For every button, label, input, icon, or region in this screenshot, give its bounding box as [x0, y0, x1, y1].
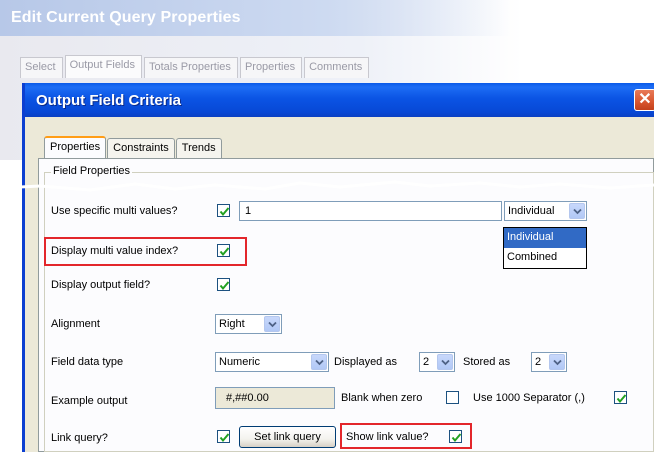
data-type-select[interactable]: Numeric [215, 352, 329, 372]
blank-when-zero-label: Blank when zero [341, 392, 423, 404]
check-icon [219, 281, 230, 291]
data-type-label: Field data type [51, 356, 124, 368]
back-tab-select[interactable]: Select [20, 57, 63, 78]
blank-when-zero-checkbox[interactable] [446, 391, 459, 404]
multi-values-mode-select[interactable]: Individual [504, 201, 587, 221]
multi-values-mode-dropdown: Individual Combined [503, 227, 587, 269]
back-tab-comments-label: Comments [309, 61, 363, 73]
check-icon [219, 247, 230, 257]
example-output-label: Example output [51, 395, 128, 407]
check-icon [219, 207, 230, 217]
multi-values-checkbox[interactable] [217, 204, 230, 217]
close-icon[interactable]: ✕ [634, 89, 654, 111]
stored-as-value: 2 [535, 356, 542, 368]
stored-as-select[interactable]: 2 [531, 352, 567, 372]
show-link-value-label: Show link value? [346, 431, 429, 443]
back-tab-properties[interactable]: Properties [239, 57, 303, 78]
multi-index-checkbox[interactable] [217, 244, 230, 257]
example-output-field: #,##0.00 [215, 387, 335, 409]
check-icon [451, 433, 462, 443]
show-link-value-checkbox[interactable] [449, 430, 462, 443]
back-tab-comments[interactable]: Comments [304, 57, 370, 78]
tab-trends[interactable]: Trends [175, 138, 222, 159]
stored-as-label: Stored as [463, 356, 511, 368]
back-window-tabs: Select Output Fields Totals Properties P… [20, 55, 371, 79]
set-link-query-button[interactable]: Set link query [239, 426, 336, 448]
link-query-checkbox[interactable] [217, 430, 230, 443]
dialog-titlebar: Output Field Criteria ✕ [25, 83, 654, 117]
data-type-value: Numeric [219, 356, 260, 368]
multi-values-input[interactable]: 1 [239, 201, 502, 221]
multi-index-label: Display multi value index? [51, 245, 179, 257]
separator-label: Use 1000 Separator (,) [473, 392, 585, 404]
check-icon [219, 433, 230, 443]
alignment-value: Right [219, 318, 245, 330]
displayed-as-label: Displayed as [334, 356, 397, 368]
back-window-titlebar: Edit Current Query Properties [0, 0, 654, 36]
tab-properties[interactable]: Properties [44, 136, 107, 160]
multi-values-mode-value: Individual [508, 205, 555, 217]
back-tab-totals-label: Totals Properties [149, 61, 231, 73]
chevron-down-icon[interactable] [569, 203, 585, 219]
example-output-value: #,##0.00 [226, 392, 269, 404]
separator-checkbox[interactable] [614, 391, 627, 404]
back-window-title: Edit Current Query Properties [11, 9, 241, 26]
dropdown-option-combined[interactable]: Combined [504, 248, 586, 268]
dialog-tabs: Properties Constraints Trends [44, 136, 223, 160]
check-icon [616, 394, 627, 404]
back-tab-select-label: Select [25, 61, 56, 73]
back-tab-totals-properties[interactable]: Totals Properties [144, 57, 238, 78]
link-query-label: Link query? [51, 432, 108, 444]
displayed-as-select[interactable]: 2 [419, 352, 455, 372]
back-tab-output-fields-label: Output Fields [69, 59, 135, 71]
output-field-checkbox[interactable] [217, 278, 230, 291]
chevron-down-icon[interactable] [549, 354, 565, 370]
tab-trends-label: Trends [181, 142, 216, 154]
multi-values-label: Use specific multi values? [51, 205, 178, 217]
back-tab-properties-label: Properties [244, 61, 296, 73]
tab-properties-label: Properties [50, 141, 101, 153]
chevron-down-icon[interactable] [311, 354, 327, 370]
alignment-select[interactable]: Right [215, 314, 282, 334]
tab-constraints-label: Constraints [113, 142, 169, 154]
displayed-as-value: 2 [423, 356, 430, 368]
multi-values-input-value: 1 [245, 205, 252, 217]
chevron-down-icon[interactable] [437, 354, 453, 370]
alignment-label: Alignment [51, 318, 100, 330]
output-field-label: Display output field? [51, 279, 151, 291]
set-link-query-button-label: Set link query [254, 431, 321, 443]
tab-constraints[interactable]: Constraints [107, 138, 175, 159]
back-tab-output-fields[interactable]: Output Fields [64, 55, 142, 78]
chevron-down-icon[interactable] [264, 316, 280, 332]
torn-edge-divider [0, 180, 654, 192]
dialog-title: Output Field Criteria [36, 92, 182, 109]
dropdown-option-individual[interactable]: Individual [504, 228, 586, 248]
